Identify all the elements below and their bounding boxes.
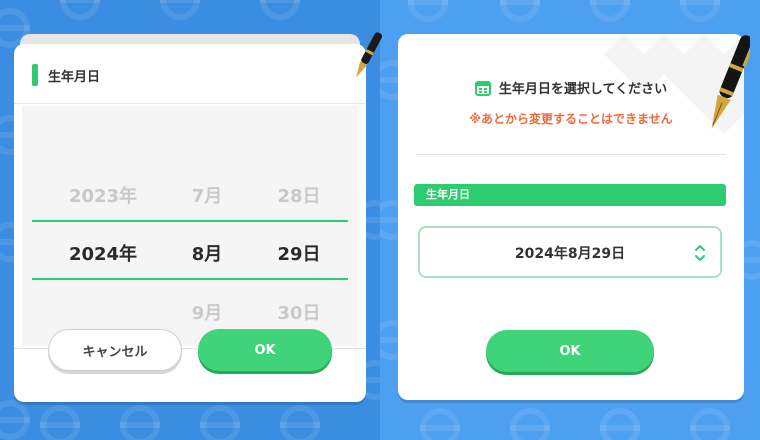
chevron-up-down-icon bbox=[695, 245, 705, 261]
birthdate-picker-dialog: 生年月日 2023年 2024年 7月 8月 9月 28日 29日 30日 キャ… bbox=[14, 44, 366, 402]
date-value: 2024年8月29日 bbox=[514, 246, 626, 262]
divider bbox=[416, 154, 726, 155]
dialog-header: 生年月日 bbox=[14, 44, 366, 104]
day-option[interactable]: 28日 bbox=[254, 182, 344, 208]
month-option-selected[interactable]: 8月 bbox=[172, 240, 242, 266]
birthdate-select[interactable]: 2024年8月29日 bbox=[418, 226, 722, 278]
year-option-selected[interactable]: 2024年 bbox=[58, 240, 148, 266]
cancel-button[interactable]: キャンセル bbox=[48, 329, 182, 371]
dialog-title: 生年月日 bbox=[48, 70, 101, 85]
dialog-title: 生年月日を選択してください bbox=[498, 82, 668, 97]
calendar-icon bbox=[474, 80, 491, 96]
day-option-selected[interactable]: 29日 bbox=[254, 240, 344, 266]
birthdate-form-dialog: 生年月日を選択してください ※あとから変更することはできません 生年月日 202… bbox=[398, 34, 744, 400]
date-wheel-picker[interactable]: 2023年 2024年 7月 8月 9月 28日 29日 30日 bbox=[22, 106, 358, 346]
month-option[interactable]: 9月 bbox=[172, 299, 242, 325]
selection-line-bottom bbox=[32, 278, 348, 280]
fountain-pen-icon bbox=[356, 32, 382, 78]
field-label: 生年月日 bbox=[414, 184, 726, 206]
dialog-title-row: 生年月日を選択してください bbox=[398, 78, 744, 97]
ok-button[interactable]: OK bbox=[486, 330, 654, 372]
month-option[interactable]: 7月 bbox=[172, 182, 242, 208]
year-option[interactable]: 2023年 bbox=[58, 182, 148, 208]
warning-text: ※あとから変更することはできません bbox=[469, 112, 673, 126]
ok-button[interactable]: OK bbox=[198, 329, 332, 371]
header-accent-bar bbox=[32, 64, 38, 86]
day-option[interactable]: 30日 bbox=[254, 299, 344, 325]
selection-line-top bbox=[32, 220, 348, 222]
fountain-pen-icon bbox=[711, 35, 750, 129]
